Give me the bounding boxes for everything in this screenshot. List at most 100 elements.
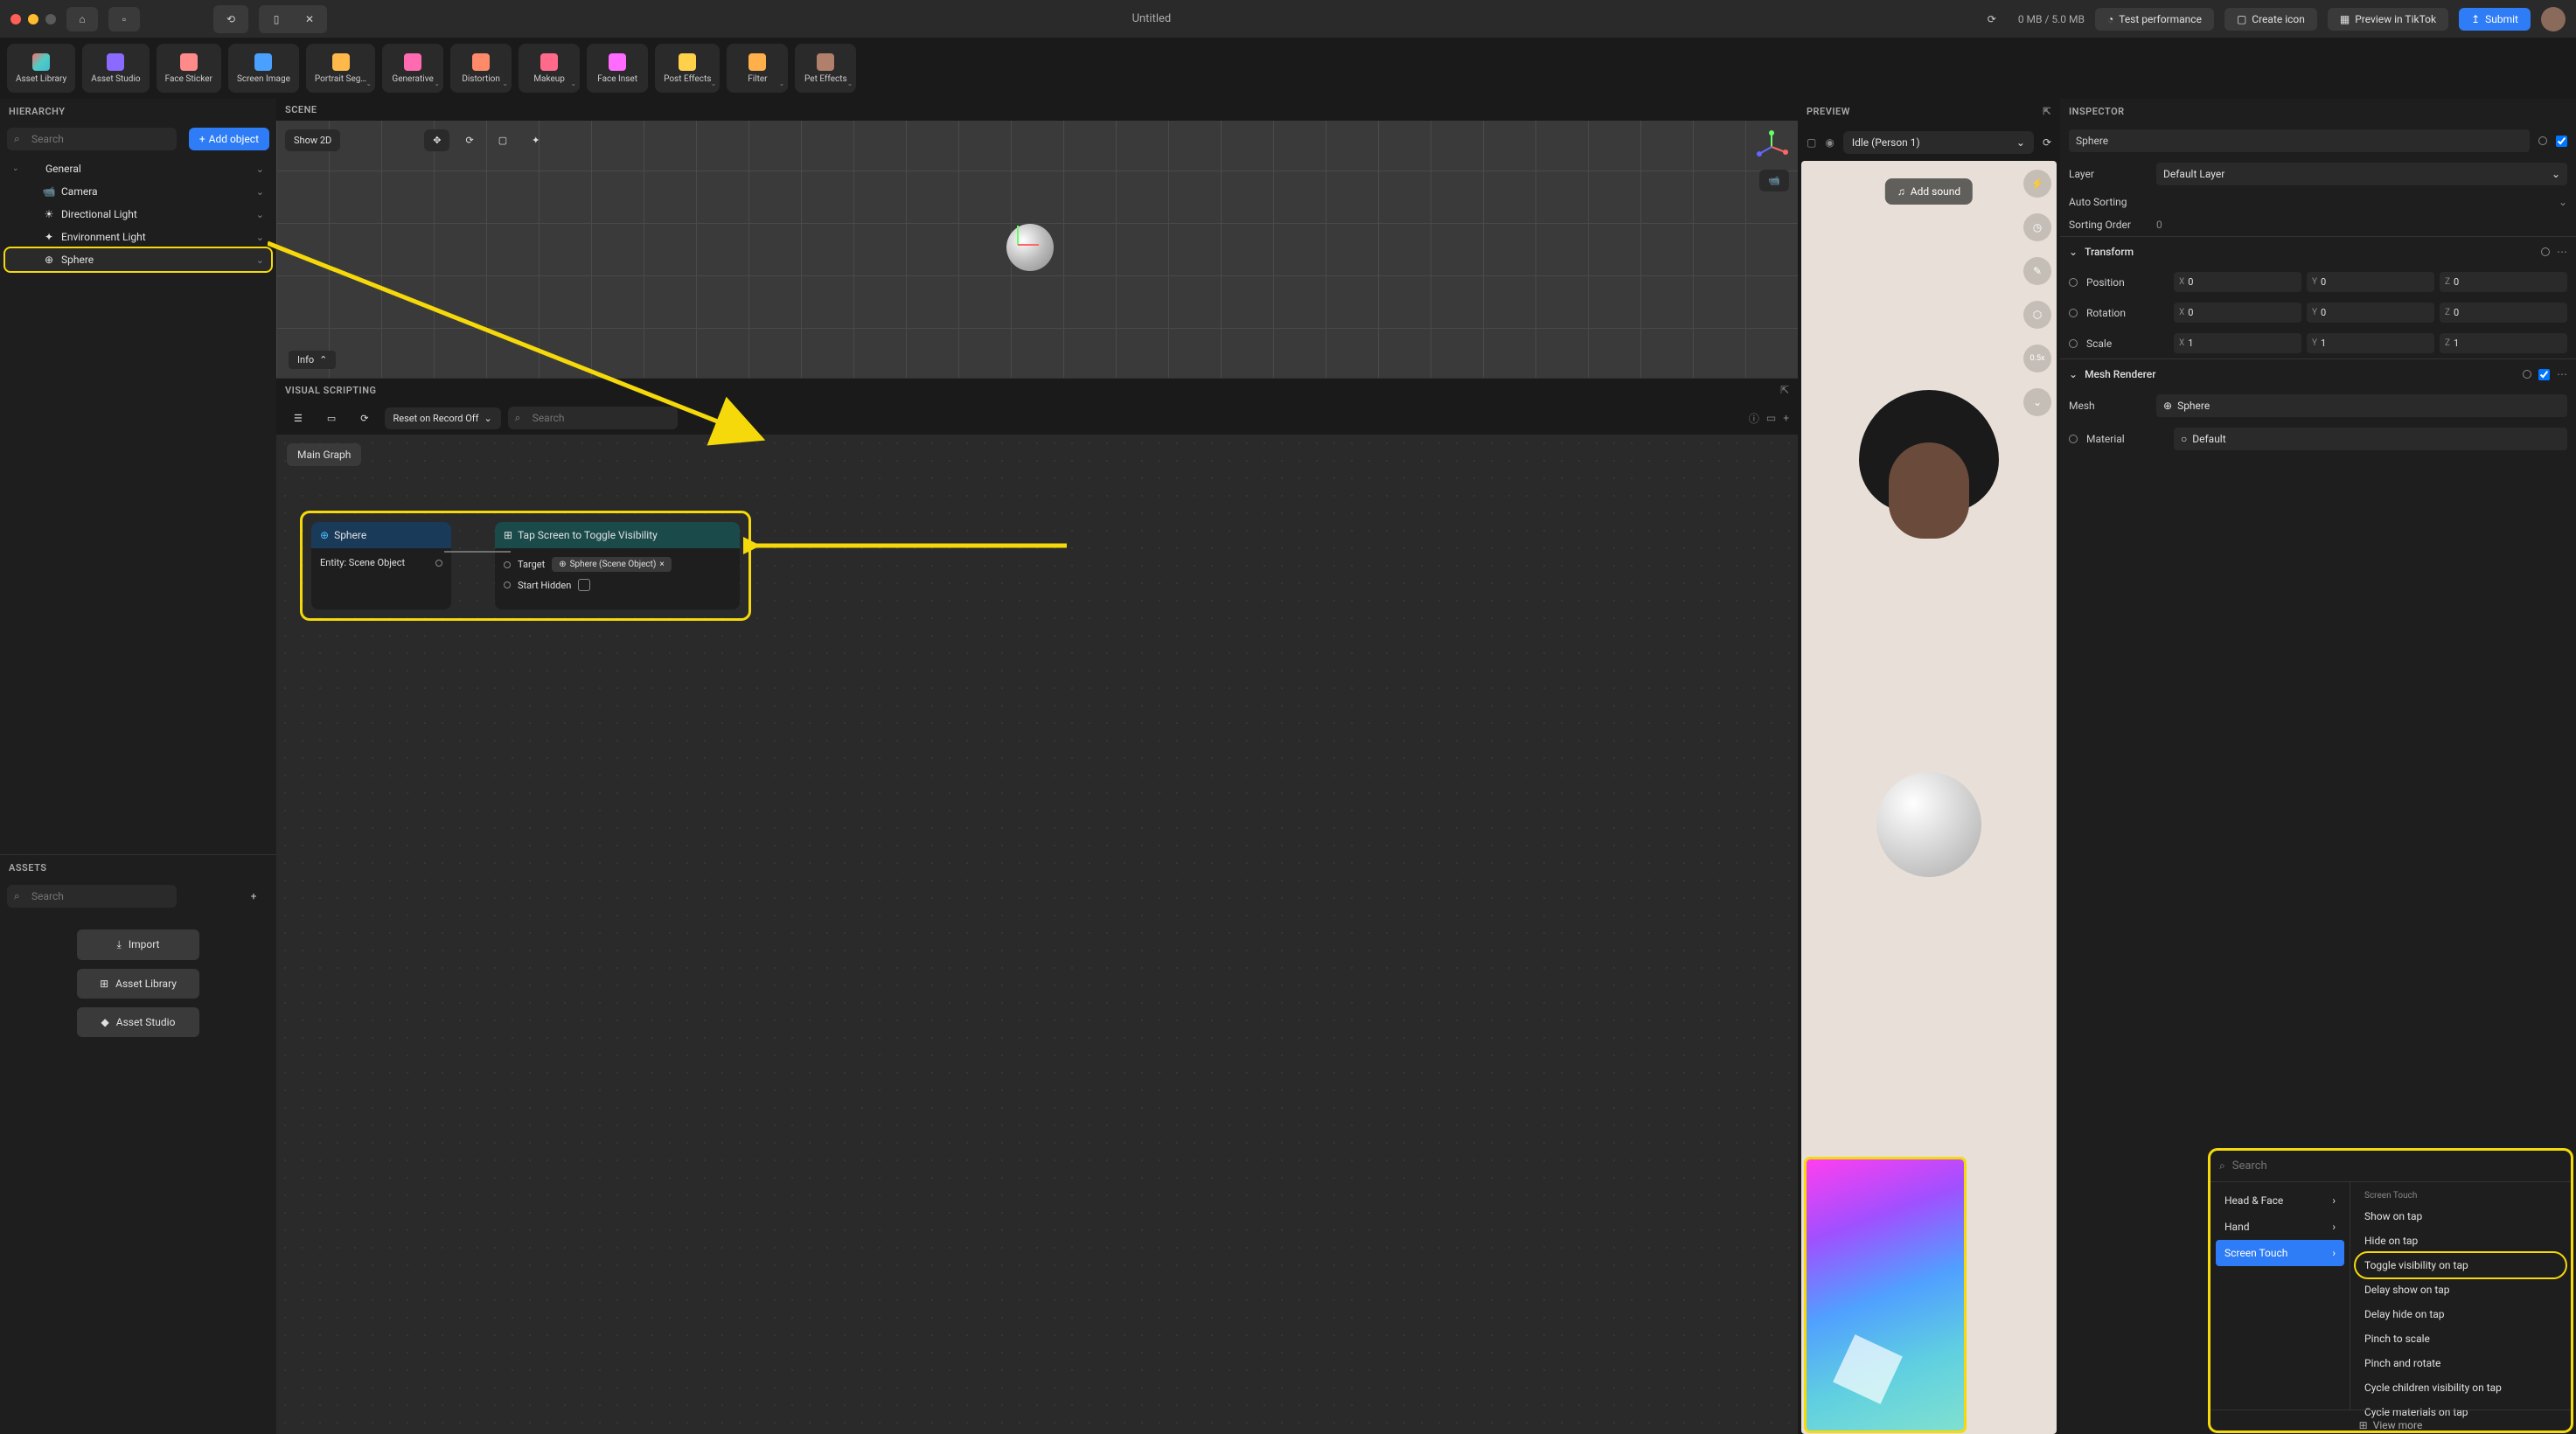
panel-icon[interactable]: ▭: [318, 407, 345, 429]
view-more-button[interactable]: ⊞ View more: [2210, 1410, 2571, 1431]
layer-dropdown[interactable]: Default Layer ⌄: [2156, 163, 2567, 185]
tool-filter[interactable]: Filter ⌄: [727, 44, 788, 93]
input-port[interactable]: [504, 581, 511, 588]
chevron-down-icon[interactable]: ⌄: [2023, 388, 2051, 416]
timer-icon[interactable]: ◷: [2023, 213, 2051, 241]
show-2d-toggle[interactable]: Show 2D: [285, 129, 340, 151]
popup-search-input[interactable]: [2232, 1159, 2562, 1173]
reset-icon[interactable]: [2523, 370, 2531, 379]
submit-button[interactable]: ↥ Submit: [2459, 8, 2531, 31]
tool-face-inset[interactable]: Face Inset: [587, 44, 648, 93]
popup-option-cycle-children-visibility-on-tap[interactable]: Cycle children visibility on tap: [2356, 1375, 2566, 1400]
rotation-x-input[interactable]: X0: [2174, 303, 2301, 323]
tool-portrait-seg-[interactable]: Portrait Seg… ⌄: [306, 44, 375, 93]
scale-y-input[interactable]: Y1: [2307, 333, 2434, 353]
info-icon[interactable]: ⓘ: [1749, 411, 1759, 426]
chevron-down-icon[interactable]: ⌄: [2559, 196, 2567, 208]
minimize-window-icon[interactable]: [28, 14, 38, 24]
transform-tool-icon[interactable]: ✦: [523, 129, 548, 151]
scale-x-input[interactable]: X1: [2174, 333, 2301, 353]
popup-option-toggle-visibility-on-tap[interactable]: Toggle visibility on tap: [2356, 1253, 2566, 1277]
flash-icon[interactable]: ⚡: [2023, 170, 2051, 198]
visibility-toggle-icon[interactable]: ⌄: [256, 164, 264, 175]
tool-face-sticker[interactable]: Face Sticker: [157, 44, 221, 93]
material-dropdown[interactable]: ○Default: [2174, 428, 2567, 450]
add-asset-button[interactable]: +: [238, 884, 269, 908]
vs-canvas[interactable]: Main Graph ⊕ Sphere Entity: Scene Object: [276, 435, 1798, 1434]
tool-distortion[interactable]: Distortion ⌄: [450, 44, 512, 93]
scene-viewport[interactable]: Show 2D ✥ ⟳ ▢ ✦: [276, 121, 1798, 378]
start-hidden-checkbox[interactable]: [578, 579, 590, 591]
reset-icon[interactable]: [2069, 278, 2078, 287]
mesh-dropdown[interactable]: ⊕Sphere: [2156, 394, 2567, 417]
main-graph-tab[interactable]: Main Graph: [287, 443, 361, 466]
input-port[interactable]: [504, 561, 511, 568]
tree-item-directional-light[interactable]: ☀ Directional Light ⌄: [5, 203, 271, 226]
tree-item-sphere[interactable]: ⊕ Sphere ⌄: [5, 248, 271, 271]
asset-library-button[interactable]: ⊞ Asset Library: [77, 969, 199, 999]
popout-icon[interactable]: ⇱: [1780, 384, 1789, 396]
hierarchy-search-input[interactable]: [7, 128, 177, 150]
list-icon[interactable]: ☰: [285, 407, 311, 429]
asset-studio-button[interactable]: ◆ Asset Studio: [77, 1007, 199, 1037]
scale-tool-icon[interactable]: ▢: [490, 129, 516, 151]
preview-tiktok-button[interactable]: ▦ Preview in TikTok: [2328, 8, 2448, 31]
popup-category-head-face[interactable]: Head & Face›: [2216, 1187, 2344, 1214]
add-sound-button[interactable]: ♫ Add sound: [1885, 178, 1973, 205]
move-tool-icon[interactable]: ✥: [424, 129, 449, 151]
axis-gizmo-icon[interactable]: [1754, 129, 1789, 164]
create-icon-button[interactable]: ▢ Create icon: [2224, 8, 2317, 31]
output-port[interactable]: [435, 560, 442, 567]
reset-icon[interactable]: [2069, 339, 2078, 348]
visibility-toggle-icon[interactable]: ⌄: [256, 186, 264, 198]
import-button[interactable]: ⤓ Import: [77, 929, 199, 960]
maximize-window-icon[interactable]: [45, 14, 56, 24]
tool-pet-effects[interactable]: Pet Effects ⌄: [795, 44, 856, 93]
camera-icon[interactable]: 📹: [1759, 170, 1789, 191]
close-icon[interactable]: ×: [659, 560, 664, 569]
position-x-input[interactable]: X0: [2174, 272, 2301, 292]
panel-icon[interactable]: ▭: [1766, 412, 1776, 424]
target-chip[interactable]: ⊕ Sphere (Scene Object) ×: [552, 557, 672, 572]
visibility-toggle-icon[interactable]: ⌄: [256, 254, 264, 266]
popup-option-hide-on-tap[interactable]: Hide on tap: [2356, 1229, 2566, 1253]
visibility-toggle-icon[interactable]: ⌄: [256, 209, 264, 220]
reset-dropdown[interactable]: Reset on Record Off ⌄: [385, 407, 501, 429]
shapes-icon[interactable]: ⬡: [2023, 301, 2051, 329]
object-name-input[interactable]: [2069, 129, 2530, 152]
rotation-z-input[interactable]: Z0: [2440, 303, 2567, 323]
camera-icon[interactable]: ◉: [1825, 136, 1834, 149]
chevron-down-icon[interactable]: ⌄: [2069, 368, 2078, 380]
tool-makeup[interactable]: Makeup ⌄: [519, 44, 580, 93]
position-y-input[interactable]: Y0: [2307, 272, 2434, 292]
add-icon[interactable]: +: [1783, 412, 1789, 424]
popup-option-pinch-and-rotate[interactable]: Pinch and rotate: [2356, 1351, 2566, 1375]
wand-icon[interactable]: ✎: [2023, 257, 2051, 285]
refresh-icon[interactable]: ⟳: [2043, 136, 2051, 149]
tree-item-camera[interactable]: 📹 Camera ⌄: [5, 180, 271, 203]
scale-z-input[interactable]: Z1: [2440, 333, 2567, 353]
popup-category-screen-touch[interactable]: Screen Touch›: [2216, 1240, 2344, 1266]
popout-icon[interactable]: ⇱: [2043, 106, 2051, 117]
reload-icon[interactable]: ⟳: [352, 407, 377, 429]
assets-search-input[interactable]: [7, 885, 177, 908]
popup-option-pinch-to-scale[interactable]: Pinch to scale: [2356, 1326, 2566, 1351]
visibility-toggle-icon[interactable]: ⌄: [256, 232, 264, 243]
tool-asset-studio[interactable]: Asset Studio: [82, 44, 149, 93]
link-icon[interactable]: ⟲: [217, 9, 245, 30]
tools-icon[interactable]: ✕: [296, 9, 324, 30]
device-icon[interactable]: ▯: [262, 9, 290, 30]
rotate-tool-icon[interactable]: ⟳: [456, 129, 482, 151]
more-icon[interactable]: ⋯: [2557, 246, 2567, 258]
panel-icon[interactable]: ▢: [1807, 136, 1816, 149]
preview-viewport[interactable]: ♫ Add sound ⚡ ◷ ✎ ⬡ 0.5x ⌄: [1801, 161, 2057, 1434]
home-button[interactable]: ⌂: [66, 7, 98, 31]
refresh-icon[interactable]: ⟳: [1976, 7, 2008, 31]
tap-toggle-node[interactable]: ⊞ Tap Screen to Toggle Visibility Target…: [495, 522, 740, 609]
popup-category-hand[interactable]: Hand›: [2216, 1214, 2344, 1240]
tool-post-effects[interactable]: Post Effects ⌄: [655, 44, 720, 93]
add-object-button[interactable]: + Add object: [189, 128, 269, 150]
mesh-renderer-checkbox[interactable]: [2538, 369, 2550, 380]
reset-icon[interactable]: [2538, 136, 2547, 145]
more-icon[interactable]: ⋯: [2557, 368, 2567, 380]
